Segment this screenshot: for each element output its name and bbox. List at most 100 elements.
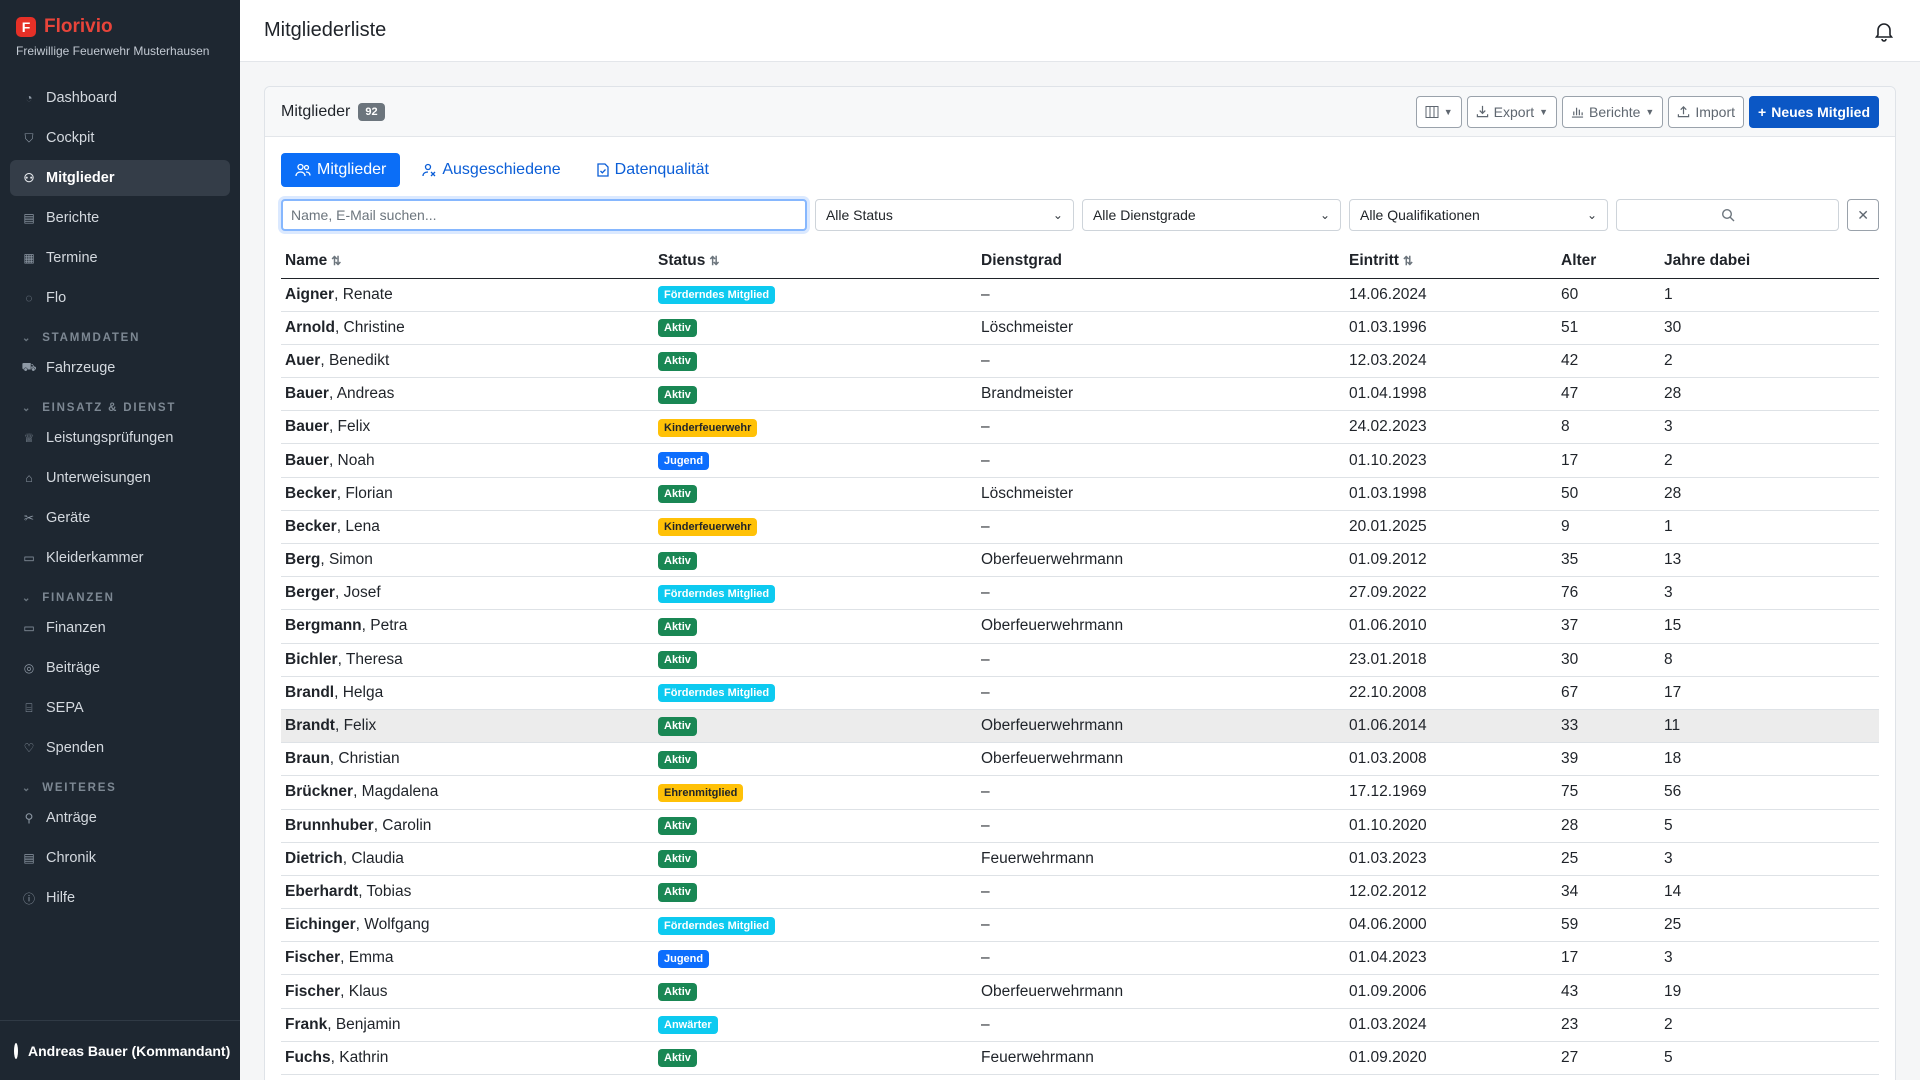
status-filter[interactable]: Alle Status ⌄ [814, 199, 1074, 231]
sidebar-item-unterweisungen[interactable]: ⌂ Unterweisungen [10, 460, 230, 496]
table-row[interactable]: Frank, Benjamin Anwärter –01.03.2024 23 2 [281, 1008, 1879, 1042]
member-name[interactable]: Dietrich, Claudia [281, 842, 654, 876]
sidebar-item-label: Leistungsprüfungen [46, 430, 174, 446]
sidebar-item-anträge[interactable]: ⚲ Anträge [10, 800, 230, 836]
member-name[interactable]: Aigner, Renate [281, 278, 654, 312]
sidebar-item-fahrzeuge[interactable]: ⛟ Fahrzeuge [10, 350, 230, 386]
age-cell: 30 [1557, 643, 1660, 677]
sidebar-item-mitglieder[interactable]: ⚇ Mitglieder [10, 160, 230, 196]
table-row[interactable]: Brückner, Magdalena Ehrenmitglied –17.12.1… [281, 775, 1879, 810]
sidebar-item-kleiderkammer[interactable]: ▭ Kleiderkammer [10, 540, 230, 576]
tab-datenqualitaet[interactable]: Datenqualität [583, 153, 723, 187]
sidebar-item-dashboard[interactable]: ◔ Dashboard [10, 80, 230, 116]
member-name[interactable]: Eberhardt, Tobias [281, 875, 654, 910]
table-row[interactable]: Fischer, Klaus Aktiv Oberfeuerwehrmann 01.0… [281, 974, 1879, 1009]
table-row[interactable]: Bergmann, Petra Aktiv Oberfeuerwehrmann 01.… [281, 609, 1879, 644]
member-name[interactable]: Bauer, Andreas [281, 377, 654, 412]
bell-icon[interactable] [1872, 19, 1896, 43]
column-header-name[interactable]: Name ⇅ [281, 245, 654, 279]
qualification-filter[interactable]: Alle Qualifikationen ⌄ [1349, 199, 1609, 231]
table-row[interactable]: Eichinger, Wolfgang Förderndes Mitglied –0… [281, 908, 1879, 943]
export-button[interactable]: Export ▼ [1466, 95, 1558, 128]
sidebar-section-header[interactable]: ⌄ EINSATZ & DIENST [10, 402, 230, 414]
member-name[interactable]: Brückner, Magdalena [281, 775, 654, 810]
years-cell: 30 [1660, 311, 1879, 345]
sidebar-item-hilfe[interactable]: ⓘ Hilfe [10, 880, 230, 916]
sidebar-item-spenden[interactable]: ♡ Spenden [10, 730, 230, 766]
sidebar-section-header[interactable]: ⌄ FINANZEN [10, 592, 230, 604]
table-row[interactable]: Bauer, Noah Jugend –01.10.2023 17 2 [281, 443, 1879, 478]
table-row[interactable]: Fuchs, Kathrin Aktiv Feuerwehrmann 01.09.20… [281, 1041, 1879, 1076]
member-name[interactable]: Becker, Lena [281, 510, 654, 545]
member-name[interactable]: Bauer, Felix [281, 410, 654, 445]
user-menu[interactable]: Andreas Bauer (Kommandant) [0, 1020, 240, 1080]
member-name[interactable]: Berger, Josef [281, 576, 654, 611]
table-row[interactable]: Auer, Benedikt Aktiv –12.03.2024 42 2 [281, 344, 1879, 379]
sidebar-item-geräte[interactable]: ✂ Geräte [10, 500, 230, 536]
table-row[interactable]: Becker, Florian Aktiv Löschmeister 01.03.19… [281, 477, 1879, 511]
tab-mitglieder[interactable]: Mitglieder [281, 153, 401, 187]
sidebar-item-chronik[interactable]: ▤ Chronik [10, 840, 230, 876]
member-name[interactable]: Fischer, Klaus [281, 974, 654, 1009]
member-name[interactable]: Frank, Benjamin [281, 1008, 654, 1042]
sidebar-item-termine[interactable]: ▦ Termine [10, 240, 230, 276]
member-name[interactable]: Fuchs, Kathrin [281, 1041, 654, 1076]
table-row[interactable]: Braun, Christian Aktiv Oberfeuerwehrmann 01… [281, 742, 1879, 777]
brand-name[interactable]: Florivio [44, 16, 113, 38]
member-name[interactable]: Brandl, Helga [281, 676, 654, 710]
table-row[interactable]: Bauer, Felix Kinderfeuerwehr –24.02.2023 8 3 [281, 410, 1879, 445]
table-row[interactable]: Bauer, Andreas Aktiv Brandmeister 01.04.199… [281, 377, 1879, 412]
sidebar-item-berichte[interactable]: ▤ Berichte [10, 200, 230, 236]
member-name[interactable]: Arnold, Christine [281, 311, 654, 345]
table-row[interactable]: Arnold, Christine Aktiv Löschmeister 01.03.… [281, 311, 1879, 345]
table-row[interactable]: Fischer, Emma Jugend –01.04.2023 17 3 [281, 941, 1879, 976]
import-button[interactable]: Import [1668, 95, 1745, 128]
sidebar-item-flo[interactable]: ◌ Flo [10, 280, 230, 316]
rank-cell: – [977, 643, 1345, 677]
truck-icon: ⛟ [21, 360, 37, 374]
tab-ausgeschiedene[interactable]: Ausgeschiedene [408, 153, 574, 187]
table-row[interactable]: Aigner, Renate Förderndes Mitglied –14.06.… [281, 278, 1879, 312]
rank-filter[interactable]: Alle Dienstgrade ⌄ [1081, 199, 1341, 231]
table-row[interactable]: Berger, Josef Förderndes Mitglied –27.09.2… [281, 576, 1879, 611]
member-name[interactable]: Eichinger, Wolfgang [281, 908, 654, 943]
entry-date-cell: 01.06.2014 [1345, 709, 1557, 744]
clear-filters-button[interactable]: ✕ [1847, 199, 1879, 231]
member-name[interactable]: Auer, Benedikt [281, 344, 654, 379]
columns-button[interactable]: ▼ [1415, 95, 1462, 128]
table-row[interactable]: Brunnhuber, Carolin Aktiv –01.10.2020 28 5 [281, 809, 1879, 843]
sidebar-item-sepa[interactable]: ⌸ SEPA [10, 690, 230, 726]
table-row[interactable]: Becker, Lena Kinderfeuerwehr –20.01.2025 9 1 [281, 510, 1879, 545]
search-input[interactable] [281, 199, 807, 231]
member-name[interactable]: Fischer, Emma [281, 941, 654, 976]
sidebar-item-label: Finanzen [46, 620, 106, 636]
secondary-search-input[interactable] [1616, 199, 1840, 231]
member-name[interactable]: Brunnhuber, Carolin [281, 809, 654, 843]
member-name[interactable]: Brandt, Felix [281, 709, 654, 744]
member-name[interactable]: Berg, Simon [281, 543, 654, 578]
table-row[interactable]: Berg, Simon Aktiv Oberfeuerwehrmann 01.09.2… [281, 543, 1879, 578]
new-member-button[interactable]: + Neues Mitglied [1749, 95, 1879, 128]
member-name[interactable]: Bergmann, Petra [281, 609, 654, 644]
sidebar-section-header[interactable]: ⌄ STAMMDATEN [10, 332, 230, 344]
member-name[interactable]: Becker, Florian [281, 477, 654, 511]
status-cell: Aktiv [654, 311, 977, 345]
sidebar-item-leistungsprüfungen[interactable]: ♕ Leistungsprüfungen [10, 420, 230, 456]
status-badge: Aktiv [658, 385, 697, 404]
table-row[interactable]: Bichler, Theresa Aktiv –23.01.2018 30 8 [281, 643, 1879, 677]
table-row[interactable]: Eberhardt, Tobias Aktiv –12.02.2012 34 14 [281, 875, 1879, 910]
sidebar-item-finanzen[interactable]: ▭ Finanzen [10, 610, 230, 646]
table-row[interactable]: Brandt, Felix Aktiv Oberfeuerwehrmann 01.06… [281, 709, 1879, 744]
member-name[interactable]: Bichler, Theresa [281, 643, 654, 677]
reports-button[interactable]: Berichte ▼ [1562, 95, 1664, 128]
sidebar-item-beiträge[interactable]: ◎ Beiträge [10, 650, 230, 686]
sidebar-section-header[interactable]: ⌄ WEITERES [10, 782, 230, 794]
sidebar-item-cockpit[interactable]: ⛉ Cockpit [10, 120, 230, 156]
member-name[interactable]: Bauer, Noah [281, 443, 654, 478]
column-header-status[interactable]: Status ⇅ [654, 245, 977, 279]
table-row[interactable]: Dietrich, Claudia Aktiv Feuerwehrmann 01.03… [281, 842, 1879, 876]
member-name[interactable]: Braun, Christian [281, 742, 654, 777]
status-cell: Förderndes Mitglied [654, 576, 977, 611]
table-row[interactable]: Brandl, Helga Förderndes Mitglied –22.10.2… [281, 676, 1879, 710]
column-header-eintritt[interactable]: Eintritt ⇅ [1345, 245, 1557, 279]
